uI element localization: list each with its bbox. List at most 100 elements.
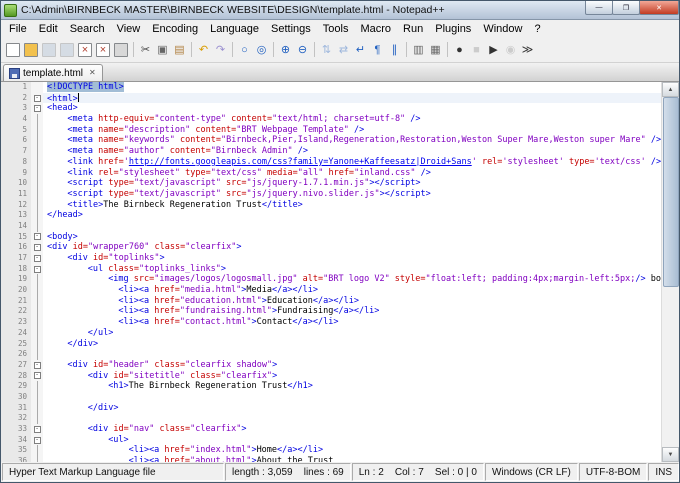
code-text[interactable]: <div id="wrapper760" class="clearfix"> <box>43 242 661 253</box>
code-text[interactable]: <body> <box>43 232 661 243</box>
code-text[interactable]: <li><a href="fundraising.html">Fundraisi… <box>43 306 661 317</box>
code-line[interactable]: 12 <title>The Birnbeck Regeneration Trust… <box>1 199 661 211</box>
scroll-up-arrow-icon[interactable]: ▲ <box>662 82 679 97</box>
print-icon[interactable] <box>114 42 128 57</box>
code-text[interactable]: <title>The Birnbeck Regeneration Trust</… <box>43 200 661 211</box>
tab-close-icon[interactable]: ✕ <box>88 69 97 77</box>
code-text[interactable]: </div> <box>43 403 661 414</box>
code-line[interactable]: 6 <meta name="keywords" content="Birnbeck… <box>1 135 661 147</box>
menu-run[interactable]: Run <box>397 22 429 36</box>
find-icon[interactable]: ○ <box>236 41 253 58</box>
menu-encoding[interactable]: Encoding <box>146 22 204 36</box>
redo-icon[interactable]: ↷ <box>212 41 229 58</box>
code-line[interactable]: 36 <li><a href="about.html">About the Tru… <box>1 456 661 462</box>
code-line[interactable]: 35 <li><a href="index.html">Home</a></li> <box>1 445 661 457</box>
code-line[interactable]: 29 <h1>The Birnbeck Regeneration Trust</h… <box>1 381 661 392</box>
code-text[interactable]: <div id="header" class="clearfix shadow"… <box>43 360 661 371</box>
code-text[interactable]: </ul> <box>43 328 661 339</box>
vertical-scrollbar[interactable]: ▲ ▼ <box>661 82 679 462</box>
menu-language[interactable]: Language <box>204 22 265 36</box>
code-text[interactable]: <script type="text/javascript" src="js/j… <box>43 178 661 189</box>
code-line[interactable]: 18- <ul class="toplinks_links"> <box>1 263 661 275</box>
code-text[interactable]: <!DOCTYPE html> <box>43 82 661 93</box>
code-line[interactable]: 26 <box>1 349 661 360</box>
code-text[interactable]: <div id="sitetitle" class="clearfix"> <box>43 371 661 382</box>
code-text[interactable]: <li><a href="about.html">About the Trust <box>43 456 661 462</box>
fold-toggle[interactable]: - <box>31 424 43 435</box>
doc-map-icon[interactable]: ▦ <box>427 41 444 58</box>
fold-toggle[interactable]: - <box>31 231 43 243</box>
code-text[interactable]: <link href='http://fonts.googleapis.com/… <box>43 157 661 168</box>
fold-toggle[interactable]: - <box>31 263 43 275</box>
zoom-in-icon[interactable]: ⊕ <box>277 41 294 58</box>
user-dialog-icon[interactable]: ▥ <box>410 41 427 58</box>
code-text[interactable]: <html> <box>43 92 661 104</box>
copy-icon[interactable]: ▣ <box>154 41 171 58</box>
record-macro-icon[interactable]: ● <box>451 41 468 58</box>
run-macro-icon[interactable]: ≫ <box>519 41 536 58</box>
menu-tools[interactable]: Tools <box>317 22 355 36</box>
code-text[interactable]: <img src="images/logos/logosmall.jpg" al… <box>43 274 661 285</box>
replace-icon[interactable]: ◎ <box>253 41 270 58</box>
show-all-chars-icon[interactable]: ¶ <box>369 41 386 58</box>
cut-icon[interactable]: ✂ <box>137 41 154 58</box>
code-line[interactable]: 13 </head> <box>1 210 661 221</box>
code-line[interactable]: 19 <img src="images/logos/logosmall.jpg" … <box>1 274 661 286</box>
fold-collapse-icon[interactable]: - <box>33 244 41 252</box>
word-wrap-icon[interactable]: ↵ <box>352 41 369 58</box>
code-text[interactable]: <h1>The Birnbeck Regeneration Trust</h1> <box>43 381 661 392</box>
code-text[interactable]: <head> <box>43 103 661 114</box>
paste-icon[interactable]: ▤ <box>171 41 188 58</box>
close-all-icon[interactable]: × <box>96 42 110 57</box>
code-text[interactable]: <script type="text/javascript" src="js/j… <box>43 189 661 200</box>
minimize-button[interactable]: — <box>585 1 613 15</box>
code-line[interactable]: 21 <li><a href="education.html">Education… <box>1 295 661 307</box>
fold-collapse-icon[interactable]: - <box>33 254 41 262</box>
close-button[interactable]: ✕ <box>639 1 679 15</box>
code-text[interactable] <box>43 413 661 424</box>
fold-toggle[interactable]: - <box>31 242 43 253</box>
fold-collapse-icon[interactable]: - <box>33 372 41 380</box>
fold-toggle[interactable]: - <box>31 370 43 382</box>
menu-edit[interactable]: Edit <box>33 22 64 36</box>
code-line[interactable]: 32 <box>1 413 661 424</box>
status-insert-mode[interactable]: INS <box>648 463 679 481</box>
menu-macro[interactable]: Macro <box>354 22 397 36</box>
fold-collapse-icon[interactable]: - <box>33 361 41 369</box>
code-text[interactable]: <link rel="stylesheet" type="text/css" m… <box>43 168 661 179</box>
code-line[interactable]: 25 </div> <box>1 338 661 350</box>
code-line[interactable]: 31 </div> <box>1 402 661 414</box>
menu-window[interactable]: Window <box>477 22 528 36</box>
code-text[interactable]: <ul class="toplinks_links"> <box>43 264 661 275</box>
code-line[interactable]: 3- <head> <box>1 103 661 115</box>
fold-toggle[interactable]: - <box>31 434 43 446</box>
scrollbar-thumb[interactable] <box>663 97 679 287</box>
fold-collapse-icon[interactable]: - <box>33 94 41 102</box>
code-line[interactable]: 23 <li><a href="contact.html">Contact</a>… <box>1 317 661 328</box>
code-line[interactable]: 15- <body> <box>1 231 661 243</box>
code-text[interactable]: <li><a href="education.html">Education</… <box>43 296 661 307</box>
fold-collapse-icon[interactable]: - <box>33 265 41 273</box>
code-area[interactable]: 1 <!DOCTYPE html> 2- <html> 3- <head> 4 <meta h… <box>1 82 661 462</box>
new-file-icon[interactable] <box>6 42 20 57</box>
status-encoding[interactable]: UTF-8-BOM <box>578 463 648 481</box>
menu-view[interactable]: View <box>111 22 147 36</box>
code-line[interactable]: 30 <box>1 391 661 403</box>
status-eol-format[interactable]: Windows (CR LF) <box>484 463 578 481</box>
undo-icon[interactable]: ↶ <box>195 41 212 58</box>
code-text[interactable]: <div id="toplinks"> <box>43 253 661 264</box>
code-line[interactable]: 11 <script type="text/javascript" src="js… <box>1 188 661 200</box>
open-folder-icon[interactable] <box>24 42 38 57</box>
code-line[interactable]: 16- <div id="wrapper760" class="clearfix"… <box>1 242 661 253</box>
fold-toggle[interactable]: - <box>31 253 43 264</box>
menu-help[interactable]: ? <box>528 22 546 36</box>
code-line[interactable]: 8 <link href='http://fonts.googleapis.com… <box>1 156 661 168</box>
code-line[interactable]: 20 <li><a href="media.html">Media</a></li… <box>1 285 661 296</box>
code-text[interactable] <box>43 221 661 232</box>
close-file-icon[interactable]: × <box>78 42 92 57</box>
code-line[interactable]: 10 <script type="text/javascript" src="js… <box>1 178 661 189</box>
menu-settings[interactable]: Settings <box>265 22 317 36</box>
code-text[interactable]: <meta name="keywords" content="Birnbeck,… <box>43 135 661 146</box>
code-text[interactable]: <meta name="author" content="Birnbeck Ad… <box>43 146 661 157</box>
menu-plugins[interactable]: Plugins <box>429 22 477 36</box>
